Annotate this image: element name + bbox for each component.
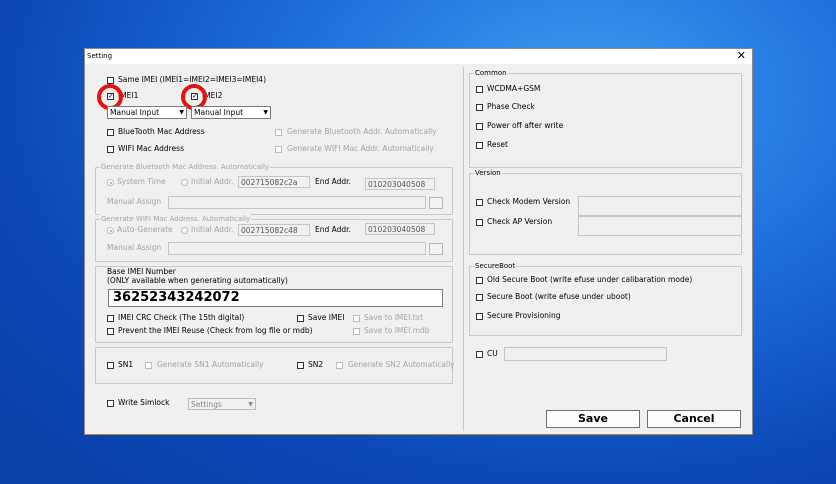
save-mdb-checkbox[interactable] (353, 328, 360, 335)
bt-manual-assign-field[interactable] (168, 196, 426, 209)
panel-separator (463, 67, 464, 431)
bt-manual-assign-label: Manual Assign (107, 197, 162, 206)
window-title: Setting (87, 52, 113, 60)
gen-wifi-auto-checkbox[interactable] (275, 146, 282, 153)
wifi-mac-label: WIFI Mac Address (118, 144, 184, 153)
base-imei-input[interactable]: 36252343242072 (108, 289, 443, 307)
same-imei-checkbox[interactable] (107, 77, 114, 84)
prevent-reuse-label: Prevent the IMEI Reuse (Check from log f… (118, 326, 313, 335)
bt-initial-addr-radio[interactable] (181, 179, 188, 186)
wifi-manual-assign-label: Manual Assign (107, 243, 162, 252)
modem-version-field[interactable] (578, 196, 742, 216)
sn1-label: SN1 (118, 360, 134, 369)
write-simlock-checkbox[interactable] (107, 400, 114, 407)
version-legend: Version (474, 168, 502, 178)
save-txt-checkbox[interactable] (353, 315, 360, 322)
cu-label: CU (487, 349, 498, 358)
reset-checkbox[interactable] (476, 142, 483, 149)
wifi-initial-addr-radio[interactable] (181, 227, 188, 234)
save-mdb-label: Save to IMEI.mdb (364, 326, 430, 335)
dropdown-arrow-icon: ▼ (263, 109, 268, 116)
bt-end-addr-field[interactable]: 010203040508 (365, 178, 435, 190)
ap-version-field[interactable] (578, 216, 742, 236)
system-time-radio[interactable] (107, 179, 114, 186)
setting-dialog: Setting ✕ Same IMEI (IMEI1=IMEI2=IMEI3=I… (84, 48, 753, 435)
cu-field[interactable] (504, 347, 667, 361)
wifi-group-legend: Generate WIFI Mac Address. Automatically (100, 214, 252, 224)
wifi-end-addr-field[interactable]: 010203040508 (365, 223, 435, 235)
imei-crc-checkbox[interactable] (107, 315, 114, 322)
secure-boot-label: Secure Boot (write efuse under uboot) (487, 292, 631, 301)
close-icon[interactable]: ✕ (737, 50, 746, 62)
imei1-mode-value: Manual Input (110, 108, 160, 117)
sn2-label: SN2 (308, 360, 324, 369)
wifi-mac-checkbox[interactable] (107, 146, 114, 153)
gen-bt-auto-label: Generate Bluetooth Addr. Automatically (287, 127, 437, 136)
gen-sn1-checkbox[interactable] (145, 362, 152, 369)
dropdown-arrow-icon: ▼ (248, 401, 253, 408)
imei-crc-label: IMEI CRC Check (The 15th digital) (118, 313, 245, 322)
bt-group-legend: Generate Bluetooth Mac Address. Automati… (100, 162, 271, 172)
gen-sn2-label: Generate SN2 Automatically (348, 360, 455, 369)
gen-bt-auto-checkbox[interactable] (275, 129, 282, 136)
gen-wifi-auto-label: Generate WIFI Mac Addr. Automatically (287, 144, 434, 153)
wifi-end-addr-label: End Addr. (315, 225, 351, 234)
wifi-manual-assign-field[interactable] (168, 242, 426, 255)
save-button[interactable]: Save (546, 410, 640, 428)
check-modem-label: Check Modem Version (487, 197, 571, 206)
wifi-browse-button[interactable] (429, 243, 443, 255)
power-off-label: Power off after write (487, 121, 564, 130)
imei1-mode-select[interactable]: Manual Input ▼ (107, 106, 187, 119)
write-simlock-label: Write Simlock (118, 398, 170, 407)
imei2-mode-select[interactable]: Manual Input ▼ (191, 106, 271, 119)
cancel-button[interactable]: Cancel (647, 410, 741, 428)
phase-check-label: Phase Check (487, 102, 535, 111)
gen-sn2-checkbox[interactable] (336, 362, 343, 369)
secure-provisioning-label: Secure Provisioning (487, 311, 561, 320)
simlock-settings-select[interactable]: Settings ▼ (188, 398, 256, 410)
dropdown-arrow-icon: ▼ (179, 109, 184, 116)
reset-label: Reset (487, 140, 508, 149)
imei2-mode-value: Manual Input (194, 108, 244, 117)
phase-check-checkbox[interactable] (476, 104, 483, 111)
simlock-settings-value: Settings (191, 400, 222, 409)
save-txt-label: Save to IMEI.txt (364, 313, 424, 322)
save-imei-label: Save IMEI (308, 313, 345, 322)
sn1-checkbox[interactable] (107, 362, 114, 369)
sn2-checkbox[interactable] (297, 362, 304, 369)
auto-generate-label: Auto-Generate (117, 225, 173, 234)
secure-boot-checkbox[interactable] (476, 294, 483, 301)
bt-browse-button[interactable] (429, 197, 443, 209)
check-ap-checkbox[interactable] (476, 219, 483, 226)
old-secure-boot-label: Old Secure Boot (write efuse under calib… (487, 275, 693, 284)
bt-mac-label: BlueTooth Mac Address (118, 127, 205, 136)
base-imei-subtitle: (ONLY available when generating automati… (107, 276, 288, 285)
old-secure-boot-checkbox[interactable] (476, 277, 483, 284)
save-imei-checkbox[interactable] (297, 315, 304, 322)
secureboot-legend: SecureBoot (474, 261, 517, 271)
bt-mac-checkbox[interactable] (107, 129, 114, 136)
prevent-reuse-checkbox[interactable] (107, 328, 114, 335)
auto-generate-radio[interactable] (107, 227, 114, 234)
common-legend: Common (474, 68, 508, 78)
system-time-label: System Time (117, 177, 166, 186)
gen-sn1-label: Generate SN1 Automatically (157, 360, 264, 369)
power-off-checkbox[interactable] (476, 123, 483, 130)
secure-provisioning-checkbox[interactable] (476, 313, 483, 320)
bt-initial-addr-label: Initial Addr. (191, 177, 234, 186)
bt-end-addr-label: End Addr. (315, 177, 351, 186)
wcdma-gsm-checkbox[interactable] (476, 86, 483, 93)
check-modem-checkbox[interactable] (476, 199, 483, 206)
wifi-initial-addr-field[interactable]: 002715082c48 (238, 224, 310, 236)
wifi-initial-addr-label: Initial Addr. (191, 225, 234, 234)
check-ap-label: Check AP Version (487, 217, 553, 226)
cu-checkbox[interactable] (476, 351, 483, 358)
wcdma-gsm-label: WCDMA+GSM (487, 84, 541, 93)
title-bar: Setting ✕ (85, 49, 752, 64)
bt-initial-addr-field[interactable]: 002715082c2a (238, 176, 310, 188)
